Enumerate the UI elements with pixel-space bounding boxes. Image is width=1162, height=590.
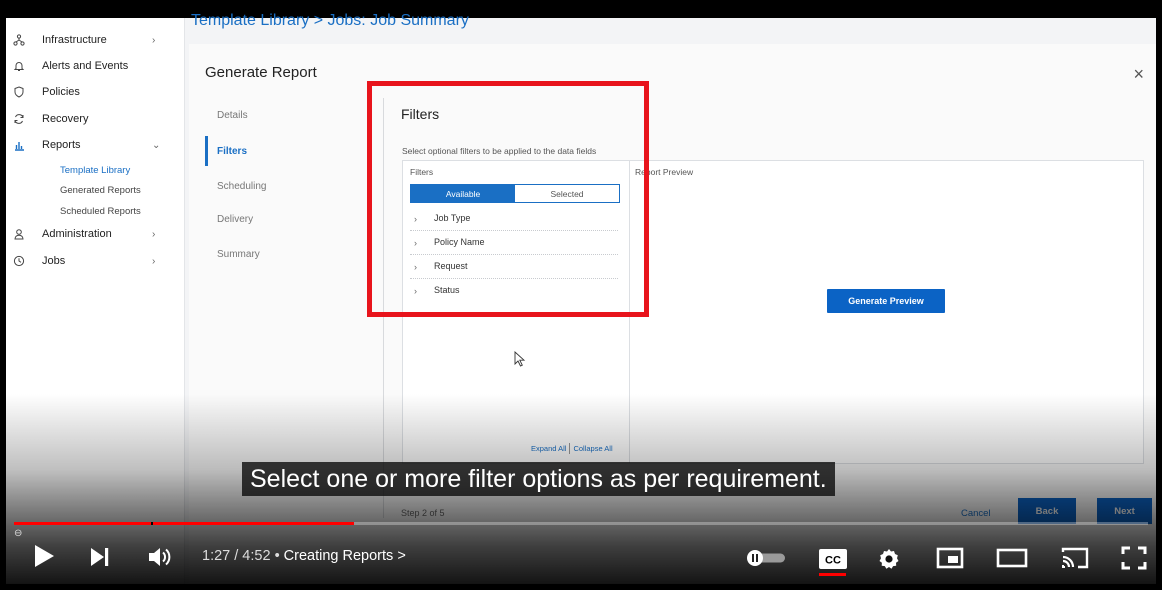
- sidebar-item-administration[interactable]: Administration ›: [6, 222, 184, 246]
- gear-icon: [879, 549, 899, 569]
- screen: Infrastructure › Alerts and Events Polic…: [6, 6, 1156, 584]
- settings-button[interactable]: [876, 546, 902, 572]
- close-button[interactable]: ×: [1133, 64, 1144, 85]
- cast-button[interactable]: [1060, 546, 1090, 570]
- user-icon: [12, 227, 26, 241]
- skip-next-icon: [91, 548, 109, 566]
- step-filters[interactable]: Filters: [217, 146, 247, 157]
- cast-icon: [1061, 547, 1089, 569]
- sidebar-item-recovery[interactable]: Recovery: [6, 107, 184, 131]
- collapse-all-link[interactable]: Collapse All: [573, 444, 612, 453]
- step-summary[interactable]: Summary: [217, 249, 260, 260]
- cc-icon: CC: [818, 549, 847, 569]
- step-details[interactable]: Details: [217, 110, 248, 121]
- chapter-title[interactable]: Creating Reports: [284, 548, 394, 564]
- settings-small-icon: ⊖: [14, 528, 23, 539]
- volume-button[interactable]: [146, 545, 176, 569]
- play-icon: [35, 545, 54, 567]
- volume-icon: [149, 548, 171, 566]
- next-video-button[interactable]: [88, 545, 112, 569]
- report-preview-panel: Report Preview Generate Preview: [629, 160, 1144, 464]
- active-step-indicator: [205, 136, 208, 166]
- breadcrumb[interactable]: Template Library > Jobs: Job Summary: [191, 12, 469, 30]
- fullscreen-button[interactable]: [1120, 546, 1148, 570]
- step-scheduling[interactable]: Scheduling: [217, 181, 266, 192]
- captions-active-indicator: [819, 573, 846, 576]
- sidebar-item-alerts[interactable]: Alerts and Events: [6, 54, 184, 78]
- sidebar-item-infrastructure[interactable]: Infrastructure ›: [6, 28, 184, 52]
- bell-icon: [12, 59, 26, 73]
- autoplay-toggle[interactable]: [742, 548, 788, 568]
- next-button[interactable]: Next: [1097, 498, 1152, 524]
- generate-report-dialog: Generate Report × Details Filters Schedu…: [189, 44, 1156, 584]
- step-delivery[interactable]: Delivery: [217, 214, 253, 225]
- theater-mode-button[interactable]: [996, 548, 1028, 568]
- sidebar-item-label: Policies: [42, 86, 80, 98]
- miniplayer-button[interactable]: [936, 546, 964, 570]
- mouse-cursor-icon: [514, 350, 526, 372]
- chevron-right-icon: ›: [152, 228, 156, 240]
- shield-icon: [12, 85, 26, 99]
- chapter-arrow-icon[interactable]: >: [397, 548, 405, 564]
- generate-preview-button[interactable]: Generate Preview: [827, 289, 945, 313]
- clock-icon: [12, 254, 26, 268]
- time-display: 1:27 / 4:52: [202, 548, 271, 564]
- step-count: Step 2 of 5: [401, 508, 445, 518]
- time-separator: •: [274, 548, 280, 564]
- back-button[interactable]: Back: [1018, 498, 1076, 524]
- link-separator: [569, 443, 571, 454]
- sidebar-item-label: Recovery: [42, 113, 89, 125]
- fullscreen-icon: [1121, 546, 1147, 570]
- cc-label: CC: [825, 555, 841, 567]
- hierarchy-icon: [12, 33, 26, 47]
- expand-all-link[interactable]: Expand All: [531, 444, 566, 453]
- sidebar: Infrastructure › Alerts and Events Polic…: [6, 18, 185, 584]
- chevron-right-icon: ›: [152, 255, 156, 267]
- sidebar-item-label: Jobs: [42, 255, 66, 267]
- theater-icon: [996, 548, 1028, 568]
- autoplay-icon: [747, 550, 785, 566]
- expand-collapse-links: Expand All Collapse All: [531, 443, 613, 454]
- captions-button[interactable]: CC: [817, 548, 848, 570]
- sidebar-subitem-template-library[interactable]: Template Library: [60, 165, 130, 176]
- time-and-chapter: 1:27 / 4:52 • Creating Reports >: [202, 548, 406, 564]
- sidebar-subitem-scheduled-reports[interactable]: Scheduled Reports: [60, 206, 141, 217]
- sidebar-item-jobs[interactable]: Jobs ›: [6, 249, 184, 273]
- progress-fill: [14, 522, 355, 525]
- top-strip: [6, 6, 1156, 18]
- play-button[interactable]: [30, 542, 58, 570]
- bar-chart-icon: [12, 138, 26, 152]
- highlight-box: [367, 81, 649, 317]
- sidebar-subitem-generated-reports[interactable]: Generated Reports: [60, 185, 141, 196]
- progress-bar[interactable]: [14, 522, 1148, 525]
- sidebar-item-policies[interactable]: Policies: [6, 80, 184, 104]
- refresh-icon: [12, 112, 26, 126]
- chevron-right-icon: ›: [152, 34, 156, 46]
- chevron-down-icon: ⌄: [152, 139, 161, 151]
- cancel-button[interactable]: Cancel: [961, 508, 991, 519]
- sidebar-item-label: Alerts and Events: [42, 60, 129, 72]
- sidebar-item-label: Infrastructure: [42, 34, 107, 46]
- subtitle-caption: Select one or more filter options as per…: [242, 462, 835, 496]
- chapter-marker: [151, 522, 153, 525]
- sidebar-item-label: Reports: [42, 139, 81, 151]
- miniplayer-icon: [936, 547, 964, 569]
- sidebar-item-label: Administration: [42, 228, 112, 240]
- sidebar-item-reports[interactable]: Reports ⌄: [6, 133, 184, 157]
- dialog-title: Generate Report: [205, 64, 317, 81]
